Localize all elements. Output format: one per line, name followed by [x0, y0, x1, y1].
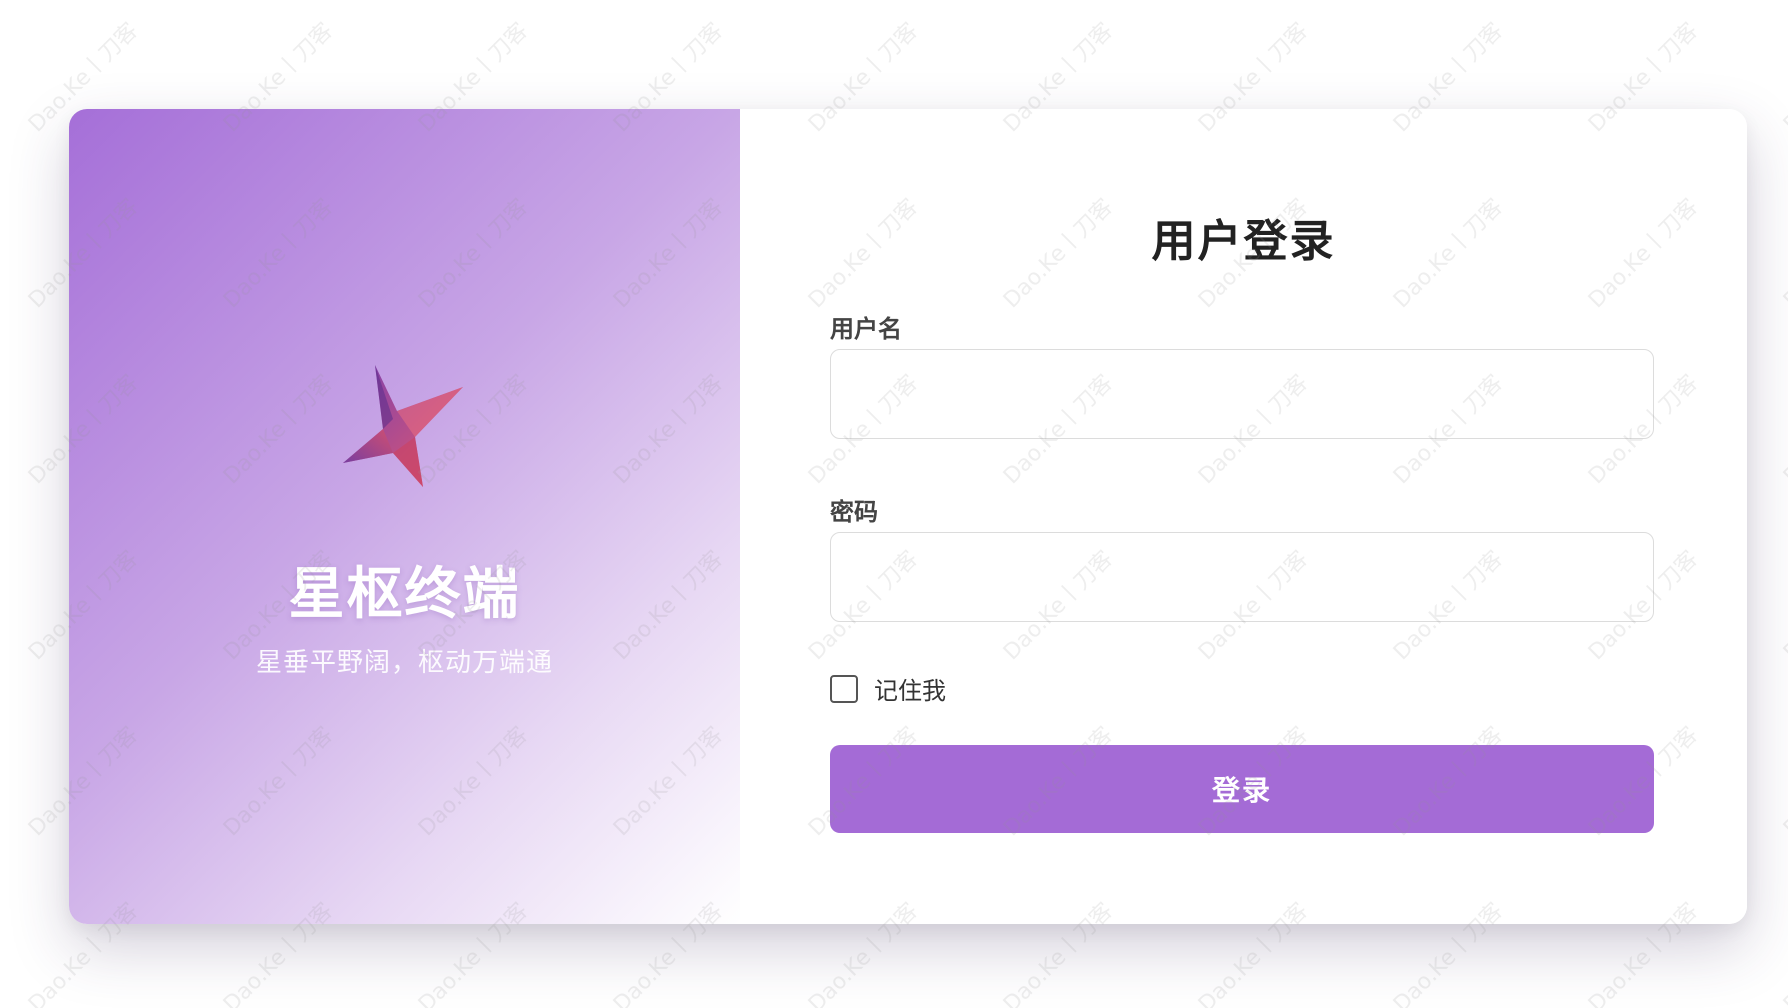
- watermark-text: Dao.Ke丨刀客: [1778, 370, 1788, 490]
- form-title: 用户登录: [1151, 216, 1336, 267]
- login-button[interactable]: 登录: [830, 745, 1654, 833]
- brand-slogan: 星垂平野阔，枢动万端通: [255, 648, 553, 678]
- star-logo-icon: [342, 365, 463, 487]
- remember-me-row: 记住我: [830, 671, 946, 706]
- password-input[interactable]: [830, 532, 1654, 622]
- watermark-text: Dao.Ke丨刀客: [1778, 722, 1788, 842]
- remember-me-label[interactable]: 记住我: [874, 671, 946, 706]
- username-label: 用户名: [830, 315, 902, 343]
- watermark-text: Dao.Ke丨刀客: [1778, 546, 1788, 666]
- watermark-text: Dao.Ke丨刀客: [1778, 18, 1788, 138]
- brand-block: 星枢终端 星垂平野阔，枢动万端通: [69, 359, 740, 679]
- watermark-text: Dao.Ke丨刀客: [1778, 898, 1788, 1008]
- login-form-panel: 用户登录 用户名 密码 记住我 登录: [740, 109, 1747, 924]
- brand-panel: 星枢终端 星垂平野阔，枢动万端通: [69, 109, 740, 924]
- brand-name: 星枢终端: [288, 562, 521, 627]
- username-input[interactable]: [830, 349, 1654, 439]
- login-card: 星枢终端 星垂平野阔，枢动万端通 用户登录 用户名 密码 记住我 登录: [69, 109, 1747, 924]
- remember-me-checkbox[interactable]: [830, 674, 858, 703]
- login-page: 星枢终端 星垂平野阔，枢动万端通 用户登录 用户名 密码 记住我 登录 Dao.…: [0, 0, 1788, 1008]
- watermark-text: Dao.Ke丨刀客: [1778, 194, 1788, 314]
- password-label: 密码: [830, 498, 878, 526]
